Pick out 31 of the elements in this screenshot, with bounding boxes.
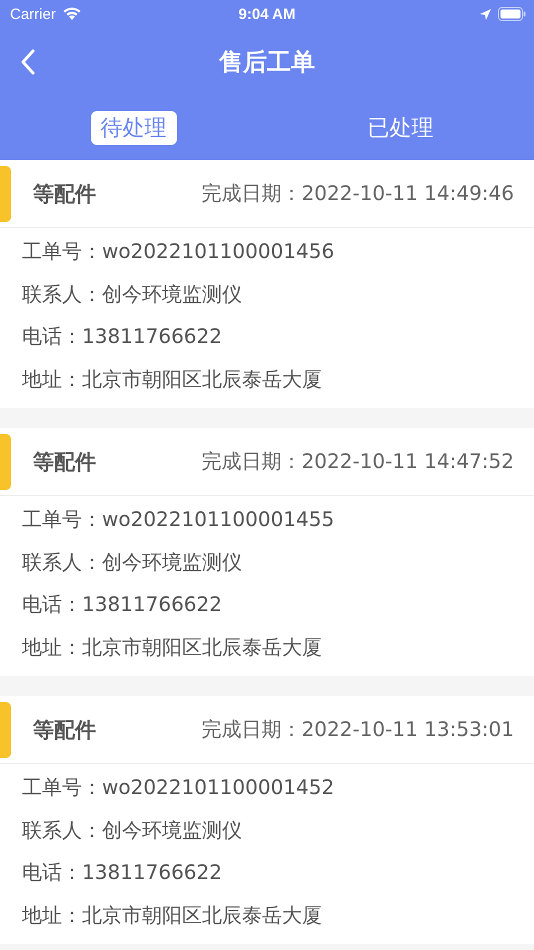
order-status: 等配件 bbox=[33, 716, 96, 744]
order-detail: 地址：北京市朝阳区北辰泰岳大厦 bbox=[22, 902, 323, 928]
order-card[interactable]: 等配件 完成日期：2022-10-11 14:47:52 工单号：wo2022101100001455 联系人：创今环境监测仪 电话：13811766622 地址：北京市朝阳区北辰泰岳大厦 bbox=[0, 428, 534, 676]
status-marker bbox=[0, 166, 11, 222]
status-time: 9:04 AM bbox=[238, 6, 296, 22]
order-detail: 地址：北京市朝阳区北辰泰岳大厦 bbox=[22, 634, 323, 660]
order-status: 等配件 bbox=[33, 180, 96, 208]
completion-date: 完成日期：2022-10-11 14:49:46 bbox=[202, 180, 514, 207]
wifi-icon bbox=[62, 7, 82, 21]
back-icon[interactable] bbox=[20, 48, 36, 76]
battery-icon bbox=[498, 7, 526, 21]
location-icon bbox=[479, 8, 492, 20]
order-detail: 工单号：wo2022101100001452 bbox=[22, 774, 336, 801]
order-detail: 联系人：创今环境监测仪 bbox=[22, 816, 243, 844]
order-detail: 电话：13811766622 bbox=[22, 323, 223, 350]
order-detail: 地址：北京市朝阳区北辰泰岳大厦 bbox=[22, 366, 323, 392]
page-title: 售后工单 bbox=[219, 47, 315, 78]
status-marker bbox=[0, 434, 11, 490]
order-detail: 联系人：创今环境监测仪 bbox=[22, 548, 243, 576]
completion-date: 完成日期：2022-10-11 14:47:52 bbox=[202, 448, 514, 475]
order-card[interactable]: 等配件 完成日期：2022-10-11 13:53:01 工单号：wo2022101100001452 联系人：创今环境监测仪 电话：13811766622 地址：北京市朝阳区北辰泰岳大厦 bbox=[0, 696, 534, 944]
status-marker bbox=[0, 702, 11, 758]
order-card[interactable]: 等配件 完成日期：2022-10-11 14:49:46 工单号：wo2022101100001456 联系人：创今环境监测仪 电话：13811766622 地址：北京市朝阳区北辰泰岳大厦 bbox=[0, 160, 534, 408]
carrier-label: Carrier bbox=[10, 6, 56, 22]
order-detail: 工单号：wo2022101100001456 bbox=[22, 238, 336, 265]
order-status: 等配件 bbox=[33, 448, 96, 476]
order-detail: 电话：13811766622 bbox=[22, 859, 223, 886]
order-detail: 工单号：wo2022101100001455 bbox=[22, 506, 336, 533]
completion-date: 完成日期：2022-10-11 13:53:01 bbox=[202, 716, 514, 743]
order-detail: 联系人：创今环境监测仪 bbox=[22, 280, 243, 308]
order-detail: 电话：13811766622 bbox=[22, 591, 223, 618]
